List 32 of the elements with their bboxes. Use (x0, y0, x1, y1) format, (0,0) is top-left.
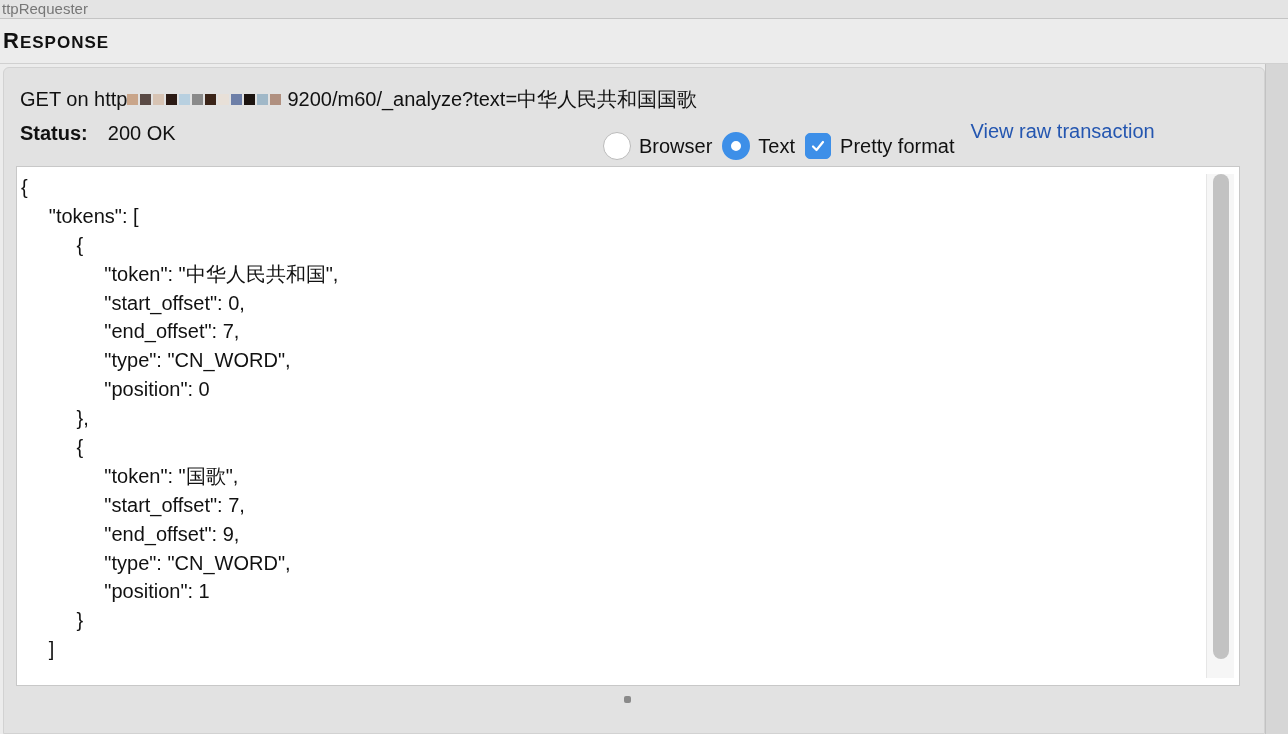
code-line: ] (47, 637, 56, 663)
code-line: "token": "国歌", (103, 463, 240, 489)
code-line: "position": 0 (103, 377, 211, 403)
code-line: "token": "中华人民共和国", (103, 261, 340, 287)
code-line: "type": "CN_WORD", (103, 348, 292, 374)
code-line: }, (75, 406, 90, 432)
status-value: 200 OK (107, 122, 176, 145)
code-line: } (75, 608, 85, 634)
code-line: "type": "CN_WORD", (103, 550, 292, 577)
code-line: { (75, 435, 85, 460)
code-line: "position": 1 (103, 579, 211, 605)
section-heading: RESPONSE (3, 28, 110, 54)
status-label: Status: (20, 122, 88, 145)
code-line: { (75, 232, 85, 258)
checkbox[interactable] (805, 133, 832, 159)
checkbox-label[interactable]: Pretty format (840, 134, 955, 158)
code-line: "start_offset": 7, (103, 492, 246, 519)
code-line: "end_offset": 9, (103, 521, 241, 548)
code-line: "tokens": [ (47, 203, 140, 229)
radio-button[interactable] (722, 132, 751, 160)
view-raw-link[interactable]: View raw transaction (970, 114, 1155, 143)
request-method-text: GET on http (20, 87, 128, 111)
code-line: "start_offset": 0, (103, 290, 246, 317)
window-title: ttpRequester (2, 0, 88, 17)
radio-label[interactable]: Text (758, 134, 796, 158)
request-url-text: 9200/m60/_analyze?text=中华人民共和国国歌 (287, 86, 698, 113)
radio-button[interactable] (603, 132, 631, 160)
code-line: { (21, 175, 29, 200)
resize-handle[interactable] (624, 696, 631, 703)
scrollbar-thumb[interactable] (1212, 174, 1229, 659)
code-line: "end_offset": 7, (103, 319, 241, 345)
radio-label[interactable]: Browser (639, 134, 713, 158)
